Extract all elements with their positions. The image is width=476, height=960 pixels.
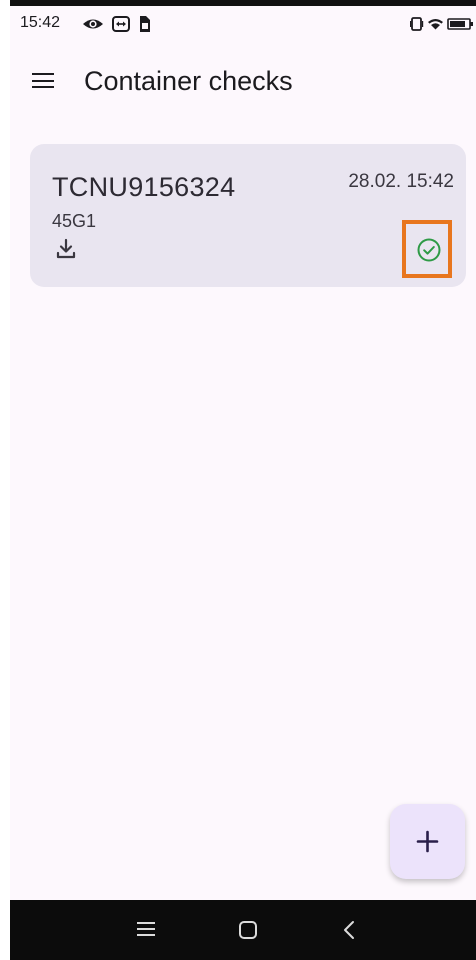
status-right-icons (410, 17, 474, 36)
recents-icon[interactable] (136, 920, 156, 938)
check-datetime: 28.02. 15:42 (348, 171, 454, 192)
check-circle-icon[interactable] (416, 237, 442, 263)
home-icon[interactable] (238, 920, 258, 940)
container-check-card[interactable]: TCNU9156324 28.02. 15:42 45G1 (30, 144, 466, 287)
status-bar: 15:42 (10, 6, 476, 40)
teamviewer-icon (112, 16, 130, 32)
vibrate-icon (410, 17, 424, 31)
plus-icon (416, 830, 439, 853)
battery-icon (447, 18, 473, 30)
iso-type-code: 45G1 (52, 211, 97, 231)
wifi-icon (428, 19, 443, 30)
back-icon[interactable] (342, 920, 356, 940)
status-time: 15:42 (20, 14, 61, 31)
add-check-button[interactable] (390, 804, 465, 879)
page-title: Container checks (84, 66, 293, 96)
app-screen: 15:42 Container checks TCNU9156324 28.02… (10, 0, 476, 960)
system-nav-bar (10, 900, 476, 960)
download-icon[interactable] (54, 237, 78, 261)
container-number: TCNU9156324 (52, 172, 236, 202)
top-app-bar: Container checks (10, 52, 476, 112)
hamburger-menu-icon[interactable] (32, 70, 58, 90)
sim-icon (140, 16, 150, 32)
eye-icon (83, 19, 103, 29)
